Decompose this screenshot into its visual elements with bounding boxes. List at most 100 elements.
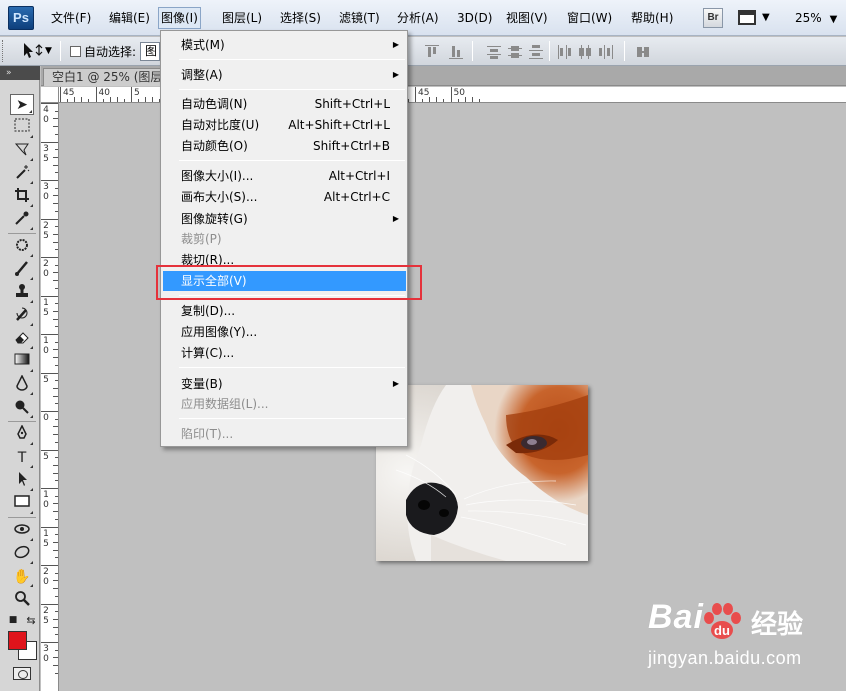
eraser-tool-icon[interactable] bbox=[10, 329, 34, 350]
menu-image[interactable]: 图像(I) bbox=[158, 7, 201, 29]
ruler-minor-tick bbox=[55, 172, 58, 174]
ruler-minor-tick bbox=[53, 272, 58, 274]
magic-wand-tool-icon[interactable] bbox=[10, 164, 34, 185]
menu-item-mode[interactable]: 模式(M) ▶ bbox=[163, 35, 407, 55]
marquee-tool-icon[interactable] bbox=[10, 118, 34, 139]
options-grip[interactable] bbox=[2, 40, 5, 62]
lasso-tool-icon[interactable] bbox=[10, 141, 34, 162]
ruler-minor-tick bbox=[53, 118, 58, 120]
foreground-color-swatch[interactable] bbox=[8, 631, 27, 650]
ruler-label: 0 bbox=[43, 413, 49, 423]
quick-mask-icon[interactable] bbox=[13, 667, 31, 680]
menu-item-auto-color[interactable]: 自动颜色(O) Shift+Ctrl+B bbox=[163, 136, 407, 156]
menu-item-variables[interactable]: 变量(B) ▶ bbox=[163, 374, 407, 394]
menu-analysis[interactable]: 分析(A) bbox=[395, 9, 441, 29]
ruler-tick bbox=[41, 257, 58, 258]
align-top-icon[interactable] bbox=[425, 45, 439, 59]
ruler-tick bbox=[41, 295, 58, 297]
separator bbox=[8, 421, 36, 422]
dodge-tool-icon[interactable] bbox=[10, 398, 34, 419]
separator bbox=[60, 41, 61, 61]
type-tool-icon[interactable]: T bbox=[10, 448, 34, 469]
distribute-right-icon[interactable] bbox=[599, 45, 613, 59]
ruler-tick bbox=[41, 180, 58, 181]
rectangle-tool-icon[interactable] bbox=[10, 494, 34, 515]
menu-file[interactable]: 文件(F) bbox=[49, 9, 93, 29]
3d-rotate-tool-icon[interactable] bbox=[10, 521, 34, 542]
distribute-left-icon[interactable] bbox=[557, 45, 571, 59]
ruler-minor-tick bbox=[55, 380, 58, 382]
menu-view[interactable]: 视图(V) bbox=[504, 9, 550, 29]
menu-3d[interactable]: 3D(D) bbox=[455, 9, 494, 29]
separator bbox=[8, 233, 36, 234]
menu-item-label: 模式(M) bbox=[181, 38, 225, 52]
menu-separator bbox=[179, 59, 405, 60]
menu-item-duplicate[interactable]: 复制(D)... bbox=[163, 301, 407, 321]
menu-item-apply-image[interactable]: 应用图像(Y)... bbox=[163, 322, 407, 342]
ruler-minor-tick bbox=[53, 126, 58, 128]
zoom-tool-icon[interactable] bbox=[10, 590, 34, 611]
menu-item-auto-tone[interactable]: 自动色调(N) Shift+Ctrl+L bbox=[163, 94, 407, 114]
ruler-minor-tick bbox=[123, 99, 125, 102]
menu-bar: Ps 文件(F) 编辑(E) 图像(I) 图层(L) 选择(S) 滤镜(T) 分… bbox=[0, 0, 846, 36]
ruler-tick bbox=[415, 87, 416, 102]
ruler-minor-tick bbox=[53, 503, 58, 505]
menu-layer[interactable]: 图层(L) bbox=[220, 9, 264, 29]
auto-select-checkbox[interactable] bbox=[70, 46, 81, 57]
menu-item-calculations[interactable]: 计算(C)... bbox=[163, 343, 407, 363]
move-tool-preset-icon[interactable] bbox=[22, 42, 44, 65]
menu-item-shortcut: Shift+Ctrl+B bbox=[313, 139, 390, 153]
menu-help[interactable]: 帮助(H) bbox=[629, 9, 675, 29]
hand-tool-icon[interactable]: ✋ bbox=[10, 567, 34, 588]
brush-tool-icon[interactable] bbox=[10, 260, 34, 281]
document-tab[interactable]: 空白1 @ 25% (图层 1 bbox=[43, 68, 173, 86]
gradient-tool-icon[interactable] bbox=[10, 352, 34, 373]
menu-item-adjustments[interactable]: 调整(A) ▶ bbox=[163, 65, 407, 85]
pen-tool-icon[interactable] bbox=[10, 424, 34, 446]
menu-window[interactable]: 窗口(W) bbox=[565, 9, 614, 29]
eyedropper-tool-icon[interactable] bbox=[10, 210, 34, 231]
ruler-minor-tick bbox=[55, 557, 58, 559]
screen-mode-button[interactable]: ▼ bbox=[738, 9, 772, 27]
menu-item-trap: 陷印(T)... bbox=[163, 424, 407, 444]
auto-align-layers-icon[interactable] bbox=[636, 45, 650, 59]
distribute-bottom-icon[interactable] bbox=[529, 45, 543, 59]
healing-brush-tool-icon[interactable] bbox=[10, 237, 34, 258]
menu-edit[interactable]: 编辑(E) bbox=[107, 9, 152, 29]
tools-panel: » ➤ T ✋ ■ ⇆ bbox=[0, 66, 40, 691]
distribute-vcenter-icon[interactable] bbox=[508, 45, 522, 59]
menu-item-canvas-size[interactable]: 画布大小(S)... Alt+Ctrl+C bbox=[163, 187, 407, 207]
zoom-level-select[interactable]: 25% ▼ bbox=[795, 9, 837, 27]
distribute-hcenter-icon[interactable] bbox=[578, 45, 592, 59]
ruler-minor-tick bbox=[53, 511, 58, 513]
ruler-minor-tick bbox=[55, 303, 58, 305]
3d-orbit-tool-icon[interactable] bbox=[10, 544, 34, 565]
menu-item-auto-contrast[interactable]: 自动对比度(U) Alt+Shift+Ctrl+L bbox=[163, 115, 407, 135]
menu-select[interactable]: 选择(S) bbox=[278, 9, 323, 29]
blur-tool-icon[interactable] bbox=[10, 374, 34, 396]
swap-colors-icon[interactable]: ⇆ bbox=[24, 610, 38, 631]
ruler-minor-tick bbox=[53, 549, 58, 551]
ruler-tick bbox=[41, 103, 58, 104]
ruler-minor-tick bbox=[55, 572, 58, 574]
move-tool-icon[interactable]: ➤ bbox=[10, 94, 34, 115]
image-menu-dropdown: 模式(M) ▶ 调整(A) ▶ 自动色调(N) Shift+Ctrl+L 自动对比度(… bbox=[160, 30, 408, 447]
history-brush-tool-icon[interactable] bbox=[10, 306, 34, 327]
ruler-origin[interactable] bbox=[41, 87, 59, 103]
tools-panel-collapse-icon[interactable]: » bbox=[0, 66, 40, 80]
vertical-ruler[interactable]: 40 35 30 25 20 15 10 5 0 5 10 15 20 25 30 bbox=[41, 103, 59, 691]
bridge-button[interactable]: Br bbox=[703, 8, 723, 28]
menu-item-image-rotation[interactable]: 图像旋转(G) ▶ bbox=[163, 209, 407, 229]
distribute-top-icon[interactable] bbox=[487, 45, 501, 59]
auto-select-dropdown[interactable]: 图 bbox=[140, 42, 160, 61]
align-bottom-icon[interactable] bbox=[449, 45, 463, 59]
path-selection-tool-icon[interactable] bbox=[10, 471, 34, 492]
chevron-down-icon[interactable]: ▼ bbox=[45, 43, 52, 59]
menu-item-label: 计算(C)... bbox=[181, 346, 235, 360]
default-colors-icon[interactable]: ■ bbox=[6, 610, 20, 631]
menu-item-label: 复制(D)... bbox=[181, 304, 236, 318]
menu-filter[interactable]: 滤镜(T) bbox=[337, 9, 382, 29]
crop-tool-icon[interactable] bbox=[10, 187, 34, 208]
menu-item-image-size[interactable]: 图像大小(I)... Alt+Ctrl+I bbox=[163, 166, 407, 186]
clone-stamp-tool-icon[interactable] bbox=[10, 283, 34, 304]
